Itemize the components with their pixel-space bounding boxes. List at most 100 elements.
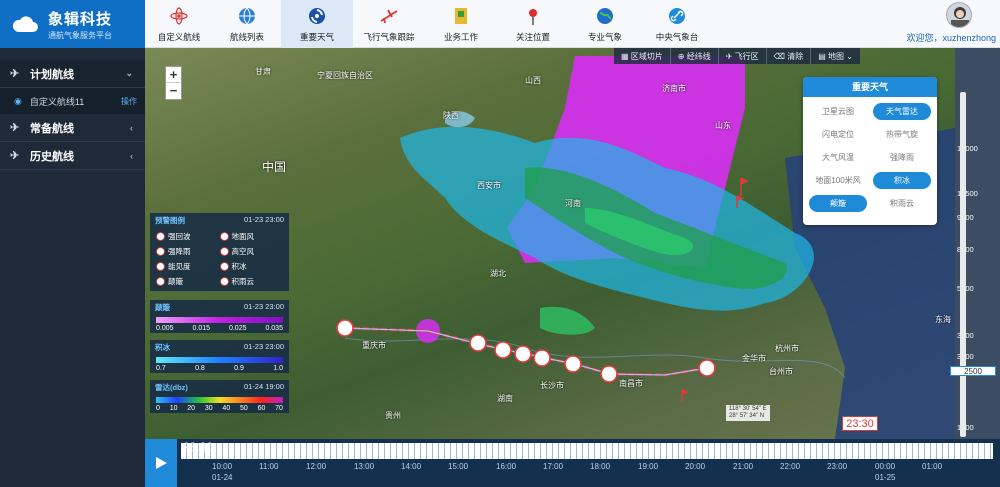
sidebar-section-label: 历史航线 — [30, 150, 74, 163]
hour-label: 22:00 — [780, 462, 801, 471]
sidebar-section-standing[interactable]: ✈ 常备航线 ‹ — [0, 114, 145, 142]
hour-label: 13:00 — [354, 462, 375, 471]
plane-icon: ✈ — [10, 150, 20, 162]
tool-flight-zone[interactable]: ✈ 飞行区 — [719, 48, 767, 64]
zoom-out-button[interactable]: − — [166, 83, 181, 99]
play-button[interactable] — [145, 439, 177, 487]
layer-surface-wind-button[interactable]: 地面100米风 — [809, 172, 867, 189]
tool-label: 清除 — [787, 51, 804, 61]
nav-label: 关注位置 — [515, 31, 550, 42]
flag-book-icon — [451, 6, 471, 26]
layer-satellite-button[interactable]: 卫星云图 — [809, 103, 867, 120]
warning-symbol-icon — [219, 262, 229, 271]
hour-label: 15:00 — [448, 462, 469, 471]
tick: 0 — [156, 405, 160, 412]
longitude: 118° 30' 54" E — [729, 406, 767, 412]
hour-label: 11:00 — [259, 462, 279, 471]
altitude-slider-handle[interactable]: 2500 — [950, 366, 996, 376]
chevron-down-icon: ⌄ — [846, 51, 853, 61]
tool-graticule[interactable]: ⊕ 经纬线 — [671, 48, 719, 64]
earth-icon — [595, 6, 615, 26]
timeline-cursor-label[interactable]: 23:30 — [842, 416, 878, 431]
map-label: 湖北 — [490, 269, 506, 278]
legend-item: 颠簸 — [156, 276, 220, 287]
tick: 40 — [222, 405, 231, 412]
map-icon: ▤ — [818, 51, 828, 61]
cloud-logo-icon — [12, 16, 38, 32]
legend-item: 能见度 — [156, 261, 220, 272]
date-label: 01-25 — [875, 473, 896, 482]
tick: 60 — [257, 405, 266, 412]
map-label: 台州市 — [769, 367, 793, 376]
map-label: 宁夏回族自治区 — [317, 71, 373, 80]
icing-color-bar — [156, 357, 283, 363]
layer-lightning-button[interactable]: 闪电定位 — [809, 126, 867, 143]
legend-title: 颠簸 — [155, 303, 170, 312]
nav-flight-tracking[interactable]: 飞行气象跟踪 — [353, 0, 425, 48]
map-label: 陕西 — [443, 111, 459, 120]
nav-pro-weather[interactable]: 专业气象 — [569, 0, 641, 48]
globe-icon: ⊕ — [677, 51, 687, 61]
coordinate-readout: 118° 30' 54" E 28° 57' 34" N — [726, 405, 770, 421]
eye-icon[interactable]: ◉ — [14, 96, 22, 107]
layer-radar-button[interactable]: 天气雷达 — [873, 103, 931, 120]
tool-map-type[interactable]: ▤ 地图 ⌄ — [811, 48, 860, 64]
layer-cb-button[interactable]: 积雨云 — [873, 195, 931, 212]
route-action-link[interactable]: 操作 — [121, 96, 137, 107]
play-icon — [156, 457, 167, 469]
layer-typhoon-button[interactable]: 热带气旋 — [873, 126, 931, 143]
globe-icon — [237, 6, 257, 26]
weather-panel-title: 重要天气 — [803, 77, 937, 97]
zoom-in-button[interactable]: + — [166, 67, 181, 83]
tick: 0.9 — [234, 365, 244, 372]
altitude-slider-track[interactable] — [960, 92, 966, 437]
map-label: 南昌市 — [619, 379, 643, 388]
tick: 0.025 — [228, 325, 247, 332]
tick: 0.7 — [156, 365, 166, 372]
sidebar-section-plan[interactable]: ✈ 计划航线 ⌄ — [0, 60, 145, 88]
legend-item-label: 高空风 — [231, 247, 255, 256]
layer-wind-temp-button[interactable]: 大气风温 — [809, 149, 867, 166]
plane-icon — [379, 6, 399, 26]
nav-label: 中央气象台 — [655, 31, 699, 42]
avatar[interactable] — [946, 2, 972, 28]
nav-route-list[interactable]: 航线列表 — [213, 0, 281, 48]
layer-turbulence-button[interactable]: 颠簸 — [809, 195, 867, 212]
hour-label: 00:00 — [875, 462, 896, 471]
chevron-left-icon: ‹ — [130, 150, 133, 161]
nav-important-weather[interactable]: 重要天气 — [281, 0, 353, 48]
radar-color-bar — [156, 397, 283, 403]
tool-label: 经纬线 — [686, 51, 711, 61]
hour-label: 21:00 — [733, 462, 754, 471]
hour-label: 14:00 — [401, 462, 422, 471]
tool-region-slice[interactable]: ▦ 区域切片 — [614, 48, 671, 64]
radar-legend: 雷达(dbz) 01-24 19:00 0 10 20 30 40 50 60 70 — [150, 380, 289, 413]
nav-cma[interactable]: 中央气象台 — [641, 0, 713, 48]
hour-label: 19:00 — [638, 462, 659, 471]
warning-symbol-icon — [219, 277, 229, 286]
map-toolbar: ▦ 区域切片 ⊕ 经纬线 ✈ 飞行区 ⌫ 清除 ▤ 地图 ⌄ — [614, 48, 860, 64]
tool-clear[interactable]: ⌫ 清除 — [767, 48, 812, 64]
tool-label: 地图 — [827, 51, 844, 61]
hour-label: 18:00 — [590, 462, 611, 471]
link-icon — [667, 6, 687, 26]
layer-icing-button[interactable]: 积冰 — [873, 172, 931, 189]
warning-symbol-icon — [219, 247, 229, 256]
tool-label: 飞行区 — [734, 51, 759, 61]
legend-item: 强降雨 — [156, 246, 220, 257]
nav-business-work[interactable]: 业务工作 — [425, 0, 497, 48]
map-label: 山西 — [525, 76, 541, 85]
sidebar-section-history[interactable]: ✈ 历史航线 ‹ — [0, 142, 145, 170]
plane-icon: ✈ — [725, 51, 735, 61]
top-nav: 自定义航线 航线列表 重要天气 飞行气象跟踪 业务工作 关注位置 专业气象 中央… — [145, 0, 1000, 48]
layer-heavy-rain-button[interactable]: 强降雨 — [873, 149, 931, 166]
brand-name: 象辑科技 — [48, 10, 113, 28]
nav-watch-location[interactable]: 关注位置 — [497, 0, 569, 48]
sidebar-item-custom-route[interactable]: ◉ 自定义航线11 操作 — [0, 88, 145, 114]
tick: 0.035 — [265, 325, 283, 332]
tick: 0.015 — [192, 325, 211, 332]
hour-label: 17:00 — [543, 462, 564, 471]
hour-label: 12:00 — [306, 462, 327, 471]
nav-custom-route[interactable]: 自定义航线 — [145, 0, 213, 48]
timeline-track[interactable] — [181, 443, 993, 459]
